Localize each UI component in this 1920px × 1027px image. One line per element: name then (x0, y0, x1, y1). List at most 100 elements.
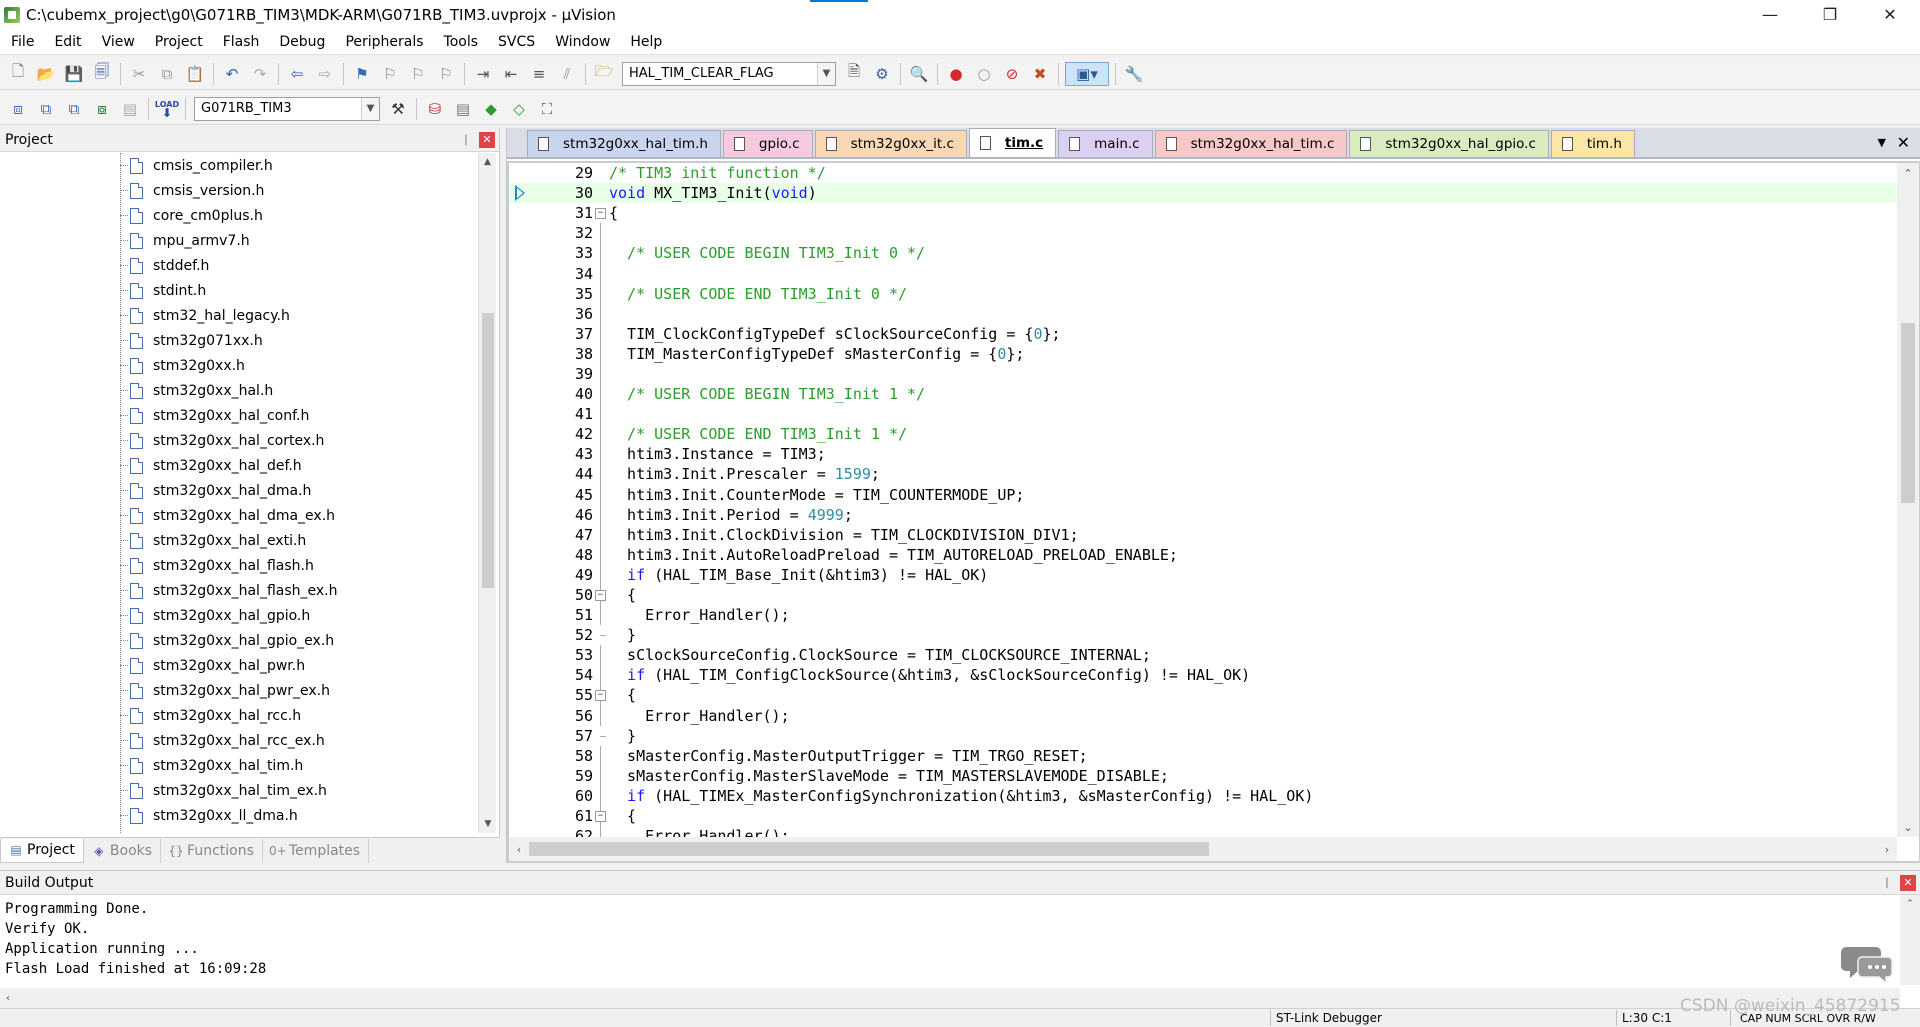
build-output-scrollbar[interactable]: ⌃ (1900, 895, 1920, 985)
tab-stm32g0xx-hal-tim-h[interactable]: stm32g0xx_hal_tim.h (527, 130, 721, 157)
project-file-item[interactable]: stm32g0xx_hal_flash.h (0, 553, 478, 578)
project-file-item[interactable]: core_cm0plus.h (0, 203, 478, 228)
tab-templates[interactable]: 0+ Templates (263, 838, 370, 863)
code-line[interactable]: 55− { (509, 685, 1897, 706)
comment-icon[interactable]: ≡ (527, 62, 551, 86)
scroll-left-icon[interactable]: ‹ (6, 993, 10, 1004)
wrench-icon[interactable]: 🔧 (1122, 62, 1146, 86)
menu-help[interactable]: Help (619, 34, 671, 50)
save-icon[interactable]: 💾 (62, 62, 86, 86)
code-line[interactable]: 61− { (509, 806, 1897, 827)
menu-tools[interactable]: Tools (433, 34, 488, 50)
scroll-right-icon[interactable]: › (1877, 843, 1897, 856)
minimize-button[interactable]: — (1740, 0, 1800, 29)
project-file-item[interactable]: stm32g0xx_hal_pwr_ex.h (0, 678, 478, 703)
project-file-item[interactable]: stm32g0xx_hal_pwr.h (0, 653, 478, 678)
code-line[interactable]: 47 htim3.Init.ClockDivision = TIM_CLOCKD… (509, 524, 1897, 545)
manage-components-icon[interactable]: ⛁ (423, 97, 447, 121)
debug-session-icon[interactable]: 🔍 (907, 62, 931, 86)
project-file-item[interactable]: stm32g071xx.h (0, 328, 478, 353)
project-file-item[interactable]: stm32g0xx_hal_rcc.h (0, 703, 478, 728)
collapse-icon[interactable]: − (595, 810, 606, 822)
target-combo[interactable]: G071RB_TIM3 ▼ (194, 96, 380, 121)
unindent-icon[interactable]: ⇤ (499, 62, 523, 86)
chevron-down-icon[interactable]: ▼ (817, 62, 835, 85)
menu-file[interactable]: File (0, 34, 43, 50)
tab-stm32g0xx-hal-tim-c[interactable]: stm32g0xx_hal_tim.c (1154, 130, 1348, 157)
navigate-forward-icon[interactable]: ⇨ (313, 62, 337, 86)
project-file-item[interactable]: stdint.h (0, 278, 478, 303)
translate-icon[interactable]: ⧈ (6, 97, 30, 121)
pack-installer-icon[interactable]: ◆ (479, 97, 503, 121)
paste-icon[interactable]: 📋 (183, 62, 207, 86)
find-combo[interactable]: HAL_TIM_CLEAR_FLAG ▼ (622, 61, 836, 86)
project-file-item[interactable]: stm32g0xx_hal_dma.h (0, 478, 478, 503)
menu-window[interactable]: Window (544, 34, 619, 50)
editor-vertical-scrollbar[interactable]: ⌃ ⌄ (1897, 163, 1919, 837)
project-file-item[interactable]: stm32g0xx_hal_exti.h (0, 528, 478, 553)
menu-flash[interactable]: Flash (212, 34, 269, 50)
select-packs-icon[interactable]: ▤ (451, 97, 475, 121)
project-file-item[interactable]: stm32g0xx_hal_def.h (0, 453, 478, 478)
close-icon[interactable]: ✕ (479, 131, 495, 148)
code-line[interactable]: 41 (509, 404, 1897, 425)
scroll-up-icon[interactable]: ⌃ (1900, 895, 1920, 913)
indent-icon[interactable]: ⇥ (471, 62, 495, 86)
project-file-item[interactable]: mpu_armv7.h (0, 228, 478, 253)
manage-rte-icon[interactable]: ◇ (507, 97, 531, 121)
enable-breakpoint-icon[interactable]: ○ (972, 62, 996, 86)
build-output-text[interactable]: Programming Done. Verify OK. Application… (5, 899, 266, 979)
stop-build-icon[interactable]: ▤ (118, 97, 142, 121)
tab-stm32g0xx-it-c[interactable]: stm32g0xx_it.c (814, 130, 967, 157)
code-line[interactable]: 48 htim3.Init.AutoReloadPreload = TIM_AU… (509, 544, 1897, 565)
code-line[interactable]: 32 (509, 223, 1897, 244)
insert-bookmark-icon[interactable]: ⚑ (350, 62, 374, 86)
tab-stm32g0xx-hal-gpio-c[interactable]: stm32g0xx_hal_gpio.c (1349, 130, 1549, 157)
code-line[interactable]: 49 if (HAL_TIM_Base_Init(&htim3) != HAL_… (509, 564, 1897, 585)
cut-icon[interactable]: ✂ (127, 62, 151, 86)
build-output-hscrollbar[interactable]: ‹ (0, 988, 1900, 1008)
code-line[interactable]: 45 htim3.Init.CounterMode = TIM_COUNTERM… (509, 484, 1897, 505)
project-file-item[interactable]: stm32g0xx_hal_dma_ex.h (0, 503, 478, 528)
code-line[interactable]: 46 htim3.Init.Period = 4999; (509, 504, 1897, 525)
rebuild-icon[interactable]: ⧉ (62, 97, 86, 121)
copy-icon[interactable]: ⧉ (155, 62, 179, 86)
code-line[interactable]: 53 sClockSourceConfig.ClockSource = TIM_… (509, 645, 1897, 666)
pin-icon[interactable]: ᛁ (1878, 876, 1896, 890)
uncomment-icon[interactable]: ⫽ (555, 62, 579, 86)
redo-icon[interactable]: ↷ (248, 62, 272, 86)
scroll-up-icon[interactable]: ⌃ (1897, 163, 1919, 183)
code-line[interactable]: 56 Error_Handler(); (509, 705, 1897, 726)
tab-gpio-c[interactable]: gpio.c (722, 130, 813, 157)
chat-bubble-icon[interactable] (1840, 943, 1894, 983)
project-file-item[interactable]: stm32g0xx_hal_conf.h (0, 403, 478, 428)
scroll-down-icon[interactable]: ▼ (479, 815, 497, 833)
open-folder-icon[interactable]: 📂 (34, 62, 58, 86)
code-editor[interactable]: 29 /* TIM3 init function */ 30 void MX_TIM3… (509, 163, 1897, 837)
next-bookmark-icon[interactable]: ⚐ (406, 62, 430, 86)
maximize-button[interactable]: ❐ (1800, 0, 1860, 29)
code-line[interactable]: 37 TIM_ClockConfigTypeDef sClockSourceCo… (509, 323, 1897, 344)
tab-tim-c[interactable]: tim.c (968, 128, 1057, 157)
navigate-back-icon[interactable]: ⇦ (285, 62, 309, 86)
tab-list-icon[interactable]: ▼ (1878, 136, 1886, 149)
collapse-icon[interactable]: − (595, 589, 606, 601)
save-all-icon[interactable]: 🗐 (90, 62, 114, 86)
clear-bookmarks-icon[interactable]: ⚐ (434, 62, 458, 86)
menu-edit[interactable]: Edit (43, 34, 90, 50)
code-line[interactable]: 59 sMasterConfig.MasterSlaveMode = TIM_M… (509, 765, 1897, 786)
build-icon[interactable]: ⧉ (34, 97, 58, 121)
code-line[interactable]: 52 } (509, 625, 1897, 645)
download-load-icon[interactable]: LOAD ⬇ (155, 97, 179, 121)
project-file-item[interactable]: stm32g0xx_hal_gpio_ex.h (0, 628, 478, 653)
code-line[interactable]: 50− { (509, 584, 1897, 606)
incremental-find-icon[interactable]: 🗎 (842, 62, 866, 86)
code-line[interactable]: 57 } (509, 726, 1897, 746)
scroll-thumb[interactable] (1901, 323, 1915, 503)
project-file-item[interactable]: stm32g0xx_ll_dma.h (0, 803, 478, 828)
chevron-down-icon[interactable]: ▼ (361, 97, 379, 120)
code-line[interactable]: 40 /* USER CODE BEGIN TIM3_Init 1 */ (509, 384, 1897, 405)
scroll-thumb[interactable] (482, 313, 494, 588)
code-line[interactable]: 33 /* USER CODE BEGIN TIM3_Init 0 */ (509, 243, 1897, 264)
scroll-thumb[interactable] (529, 842, 1209, 856)
